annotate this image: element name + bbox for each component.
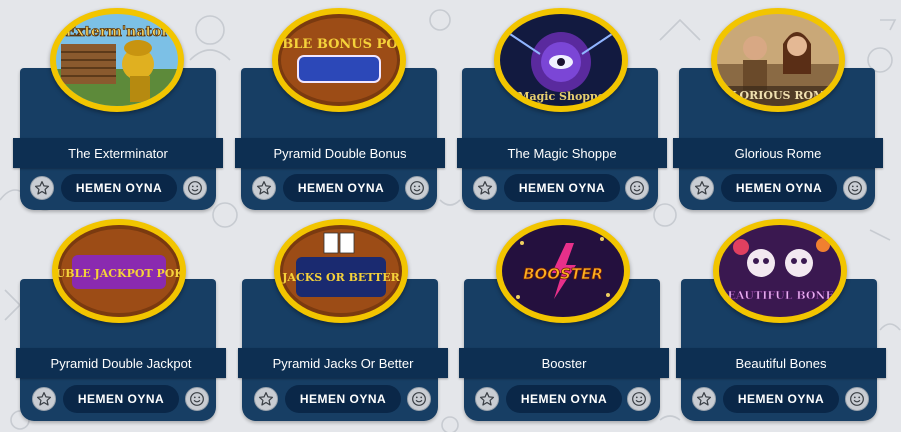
game-thumbnail-the-magic-shoppe[interactable]: Magic Shoppe	[494, 8, 628, 112]
play-now-label: HEMEN OYNA	[75, 181, 163, 195]
favorite-button[interactable]	[30, 176, 54, 200]
rate-button[interactable]	[407, 387, 431, 411]
smiley-face-icon	[190, 392, 204, 406]
star-icon	[258, 392, 274, 406]
play-now-label: HEMEN OYNA	[735, 181, 823, 195]
game-title-glorious-rome: Glorious Rome	[673, 138, 883, 168]
play-now-button[interactable]: HEMEN OYNA	[504, 174, 620, 202]
favorite-button[interactable]	[475, 387, 499, 411]
smiley-face-icon	[630, 181, 644, 195]
rate-button[interactable]	[183, 176, 207, 200]
favorite-button[interactable]	[690, 176, 714, 200]
rate-button[interactable]	[185, 387, 209, 411]
star-icon	[696, 392, 712, 406]
favorite-button[interactable]	[32, 387, 56, 411]
smiley-face-icon	[850, 392, 864, 406]
smiley-face-icon	[412, 392, 426, 406]
game-title-label: The Exterminator	[68, 145, 168, 161]
favorite-button[interactable]	[692, 387, 716, 411]
star-icon	[36, 392, 52, 406]
game-thumbnail-the-exterminator[interactable]: Exterm'nator	[50, 8, 184, 112]
game-thumbnail-pyramid-jacks-or-better[interactable]: JACKS OR BETTER	[274, 219, 408, 323]
game-thumbnail-glorious-rome[interactable]: GLORIOUS ROME	[711, 8, 845, 112]
rate-button[interactable]	[625, 176, 649, 200]
game-title-label: Pyramid Jacks Or Better	[272, 355, 414, 371]
game-title-label: Booster	[541, 355, 587, 371]
game-title-the-exterminator: The Exterminator	[13, 138, 223, 168]
rate-button[interactable]	[627, 387, 651, 411]
star-icon	[694, 181, 710, 195]
game-logo-text: BOOSTER	[523, 265, 603, 283]
play-now-button[interactable]: HEMEN OYNA	[285, 385, 401, 413]
rate-button[interactable]	[845, 387, 869, 411]
star-icon	[477, 181, 493, 195]
game-title-booster: Booster	[459, 348, 669, 378]
smiley-face-icon	[410, 181, 424, 195]
play-now-button[interactable]: HEMEN OYNA	[61, 174, 177, 202]
play-now-button[interactable]: HEMEN OYNA	[283, 174, 399, 202]
game-logo-text: JACKS OR BETTER	[281, 271, 400, 284]
smiley-face-icon	[848, 181, 862, 195]
game-title-label: Pyramid Double Jackpot	[50, 355, 192, 371]
play-now-button[interactable]: HEMEN OYNA	[721, 174, 837, 202]
game-logo-text: BEAUTIFUL BONES	[719, 289, 841, 302]
game-logo-text: DOUBLE JACKPOT POKER	[58, 267, 180, 280]
game-thumbnail-pyramid-double-bonus[interactable]: DOUBLE BONUS POKER	[272, 8, 406, 112]
smiley-face-icon	[632, 392, 646, 406]
star-icon	[34, 181, 50, 195]
game-title-label: Beautiful Bones	[735, 355, 827, 371]
play-now-label: HEMEN OYNA	[299, 392, 387, 406]
game-title-pyramid-double-jackpot: Pyramid Double Jackpot	[16, 348, 226, 378]
play-now-button[interactable]: HEMEN OYNA	[506, 385, 622, 413]
game-logo-text: Exterm'nator	[65, 24, 169, 40]
favorite-button[interactable]	[473, 176, 497, 200]
rate-button[interactable]	[843, 176, 867, 200]
game-logo-text: DOUBLE BONUS POKER	[278, 37, 400, 52]
game-title-the-magic-shoppe: The Magic Shoppe	[457, 138, 667, 168]
game-logo-text: Magic Shoppe	[517, 90, 604, 103]
favorite-button[interactable]	[254, 387, 278, 411]
game-thumbnail-beautiful-bones[interactable]: BEAUTIFUL BONES	[713, 219, 847, 323]
star-icon	[256, 181, 272, 195]
play-now-button[interactable]: HEMEN OYNA	[63, 385, 179, 413]
rate-button[interactable]	[405, 176, 429, 200]
game-title-label: The Magic Shoppe	[507, 145, 617, 161]
play-now-button[interactable]: HEMEN OYNA	[723, 385, 839, 413]
game-title-label: Pyramid Double Bonus	[273, 145, 407, 161]
smiley-face-icon	[188, 181, 202, 195]
game-title-beautiful-bones: Beautiful Bones	[676, 348, 886, 378]
game-thumbnail-booster[interactable]: BOOSTER	[496, 219, 630, 323]
game-title-label: Glorious Rome	[734, 145, 822, 161]
favorite-button[interactable]	[252, 176, 276, 200]
play-now-label: HEMEN OYNA	[737, 392, 825, 406]
play-now-label: HEMEN OYNA	[297, 181, 385, 195]
game-thumbnail-pyramid-double-jackpot[interactable]: DOUBLE JACKPOT POKER	[52, 219, 186, 323]
game-title-pyramid-jacks-or-better: Pyramid Jacks Or Better	[238, 348, 448, 378]
play-now-label: HEMEN OYNA	[77, 392, 165, 406]
play-now-label: HEMEN OYNA	[520, 392, 608, 406]
game-title-pyramid-double-bonus: Pyramid Double Bonus	[235, 138, 445, 168]
play-now-label: HEMEN OYNA	[518, 181, 606, 195]
star-icon	[479, 392, 495, 406]
game-logo-text: GLORIOUS ROME	[722, 89, 833, 102]
